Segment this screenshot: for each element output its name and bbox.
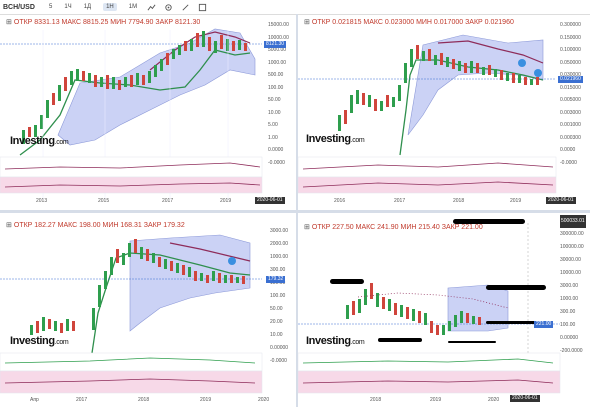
redaction-bar — [448, 341, 496, 343]
timeframe-1d[interactable]: 1Д — [84, 4, 91, 10]
event-marker — [228, 257, 236, 265]
timeframe-5[interactable]: 5 — [49, 4, 52, 10]
redaction-bar — [378, 338, 422, 342]
timeframe-1m[interactable]: 1М — [129, 4, 137, 10]
redaction-bar — [486, 285, 546, 290]
chart-panel-4[interactable]: ⊞ ОТКР 227.50 МАКС 241.90 МИН 215.40 ЗАКР… — [298, 213, 590, 407]
price-axis[interactable]: 3000.00 2000.00 1000.00 300.00 150.00 100.00… — [270, 225, 288, 368]
price-axis[interactable]: 0.300000 0.150000 0.100000 0.050000 0.03000… — [560, 19, 581, 169]
price-plot — [298, 34, 557, 194]
event-marker — [534, 69, 542, 77]
price-axis[interactable]: 500033.01 300000.00 100000.00 30000.00 1000… — [560, 215, 586, 358]
event-marker — [518, 59, 526, 67]
current-price-tag: 0.021960 — [558, 76, 583, 83]
redaction-bar — [330, 279, 364, 284]
date-tag: 2020-06-01 — [546, 197, 576, 204]
investing-logo: Investing.com — [10, 135, 69, 147]
chart-panel-3[interactable]: ⊞ ОТКР 182.27 МАКС 198.00 МИН 168.31 ЗАКР… — [0, 213, 296, 407]
date-tag: 2020-06-01 — [510, 395, 540, 402]
price-plot — [298, 223, 561, 395]
current-price-tag: 221.00 — [534, 321, 554, 328]
redaction-bar — [453, 219, 525, 224]
investing-logo: Investing.com — [10, 335, 69, 347]
line-chart-icon[interactable] — [147, 3, 156, 12]
symbol-label[interactable]: BCH/USD — [3, 4, 43, 11]
settings-icon[interactable] — [164, 3, 173, 12]
timeframe-1h[interactable]: 1Ч — [64, 4, 71, 10]
chart-toolbar: BCH/USD 5 1Ч 1Д 1Н 1М — [0, 0, 590, 15]
fullscreen-icon[interactable] — [198, 3, 207, 12]
price-plot — [0, 234, 263, 394]
date-tag: 2020-06-01 — [255, 197, 285, 204]
chart-panel-1[interactable]: ⊞ ОТКР 8331.13 МАКС 8815.25 МИН 7794.90 З… — [0, 15, 296, 210]
ichimoku-cloud — [57, 28, 256, 146]
draw-icon[interactable] — [181, 3, 190, 12]
investing-logo: Investing.com — [306, 133, 365, 145]
investing-logo: Investing.com — [306, 335, 365, 347]
price-plot — [0, 28, 263, 200]
chart-panel-2[interactable]: ⊞ ОТКР 0.021815 МАКС 0.023000 МИН 0.01700… — [298, 15, 590, 210]
current-price-tag: 179.32 — [266, 276, 286, 283]
timeframe-1w[interactable]: 1Н — [103, 3, 117, 11]
current-price-tag: 8121.30 — [264, 41, 287, 48]
